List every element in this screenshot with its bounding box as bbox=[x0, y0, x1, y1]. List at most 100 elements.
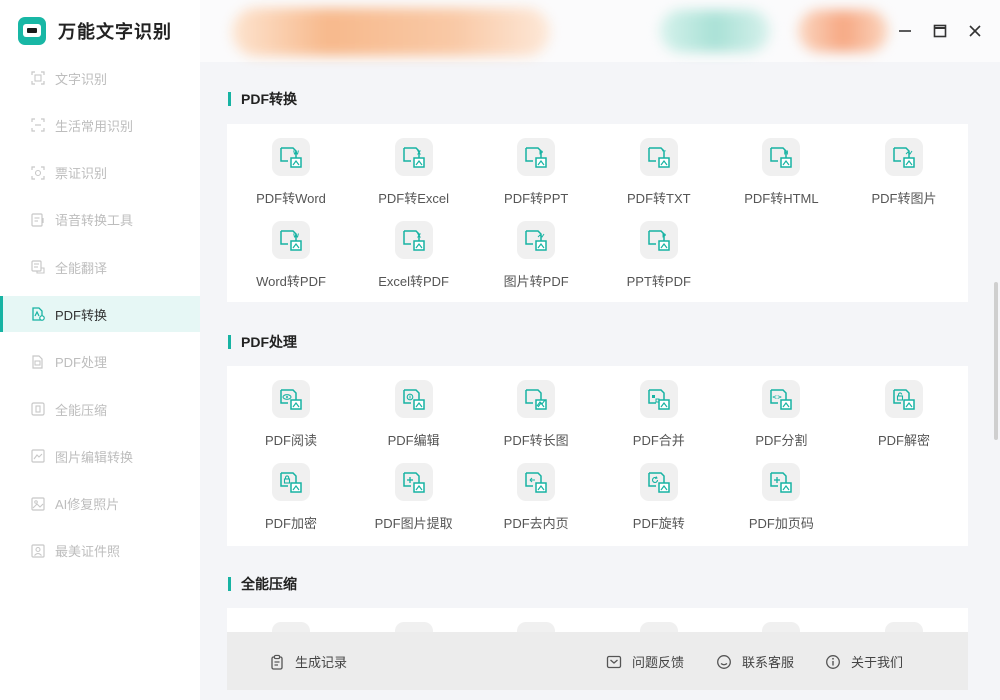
tool-pdf-process-9[interactable]: PDF旋转 bbox=[597, 463, 721, 532]
support-button[interactable]: 联系客服 bbox=[716, 652, 794, 671]
sidebar-item-scan-ticket[interactable]: 票证识别 bbox=[0, 155, 200, 191]
tool-pdf-convert-5[interactable]: PDF转图片 bbox=[842, 138, 966, 207]
sidebar-item-label: 图片编辑转换 bbox=[55, 449, 134, 465]
tool-pdf-convert-4[interactable]: H PDF转HTML bbox=[719, 138, 843, 207]
bottom-bar: 生成记录 问题反馈 联系客服 关于我们 bbox=[227, 632, 968, 690]
close-button[interactable] bbox=[964, 20, 986, 42]
tool-label: PDF转TXT bbox=[627, 191, 691, 206]
tool-pdf-process-0[interactable]: PDF阅读 bbox=[229, 380, 353, 449]
sidebar-item-scan-life[interactable]: 生活常用识别 bbox=[0, 107, 200, 143]
sidebar-item-label: 文字识别 bbox=[55, 71, 108, 87]
tool-compress-2[interactable] bbox=[474, 622, 598, 632]
clipboard-icon bbox=[271, 654, 283, 670]
svg-text:X: X bbox=[416, 234, 421, 240]
sidebar-item-translate[interactable]: 全能翻译 bbox=[0, 249, 200, 285]
tool-label: PDF编辑 bbox=[387, 433, 440, 448]
history-label: 生成记录 bbox=[295, 655, 348, 670]
ai-photo-icon bbox=[30, 496, 46, 512]
section-accent-bar bbox=[228, 577, 231, 591]
tool-pdf-convert-1[interactable]: X PDF转Excel bbox=[352, 138, 476, 207]
tool-pdf-process-7[interactable]: PDF图片提取 bbox=[352, 463, 476, 532]
sidebar-item-pdf-convert[interactable]: PDF转换 bbox=[0, 296, 200, 333]
maximize-button[interactable] bbox=[929, 20, 951, 42]
tool-compress-4[interactable] bbox=[719, 622, 843, 632]
about-label: 关于我们 bbox=[851, 655, 904, 670]
pdf-x-icon: X bbox=[394, 138, 433, 176]
pdf-lock-icon bbox=[272, 463, 310, 501]
pdf-remove-icon bbox=[517, 463, 556, 501]
tool-pdf-process-6[interactable]: PDF加密 bbox=[229, 463, 353, 532]
sidebar-item-label: PDF处理 bbox=[55, 355, 108, 371]
tool-pdf-process-8[interactable]: PDF去内页 bbox=[474, 463, 598, 532]
tool-pdf-process-10[interactable]: PDF加页码 bbox=[719, 463, 843, 532]
pdf-t-icon: T bbox=[639, 138, 678, 176]
sidebar-item-scan-text[interactable]: 文字识别 bbox=[0, 60, 200, 96]
banner-ad[interactable] bbox=[232, 8, 550, 56]
pdf-process-card: PDF阅读 PDF编辑 PDF转长图 PDF合并 <> PDF分割 PDF解密 bbox=[227, 366, 968, 546]
tool-label: PDF合并 bbox=[632, 433, 685, 448]
tool-pdf-convert-2[interactable]: P PDF转PPT bbox=[474, 138, 598, 207]
compress-tool-icon bbox=[394, 622, 433, 632]
sidebar-item-voice-convert[interactable]: 语音转换工具 bbox=[0, 202, 200, 238]
pdf-x-icon: X bbox=[394, 221, 433, 259]
banner-ad-tertiary[interactable] bbox=[798, 10, 888, 52]
image-edit-icon bbox=[30, 448, 46, 464]
pdf-w-icon: W bbox=[272, 221, 310, 259]
tool-pdf-convert-6[interactable]: W Word转PDF bbox=[229, 221, 353, 290]
tool-compress-1[interactable] bbox=[352, 622, 476, 632]
tool-pdf-convert-9[interactable]: P PPT转PDF bbox=[597, 221, 721, 290]
translate-icon bbox=[30, 259, 46, 275]
section-header-compress: 全能压缩 bbox=[228, 574, 297, 594]
tool-label: PDF转PPT bbox=[504, 191, 569, 206]
sidebar: 万能文字识别 文字识别生活常用识别票证识别语音转换工具 全能翻译 PDF转换 PDF处… bbox=[0, 0, 200, 700]
feedback-button[interactable]: 问题反馈 bbox=[606, 652, 684, 671]
history-button[interactable]: 生成记录 bbox=[269, 652, 347, 671]
info-icon bbox=[826, 654, 840, 669]
feedback-icon bbox=[606, 655, 622, 668]
sidebar-item-image-edit[interactable]: 图片编辑转换 bbox=[0, 438, 200, 474]
tool-pdf-convert-3[interactable]: T PDF转TXT bbox=[597, 138, 721, 207]
tool-pdf-process-4[interactable]: <> PDF分割 bbox=[719, 380, 843, 449]
tool-label: PDF旋转 bbox=[632, 516, 685, 531]
brand: 万能文字识别 bbox=[18, 17, 172, 45]
pdf-extract-icon bbox=[394, 463, 433, 501]
minimize-icon bbox=[899, 30, 911, 32]
tool-label: PDF转HTML bbox=[744, 191, 819, 206]
section-title: PDF转换 bbox=[241, 91, 297, 107]
headset-icon bbox=[717, 654, 731, 669]
tool-label: PDF加页码 bbox=[748, 516, 814, 531]
pdf-img-icon bbox=[885, 138, 923, 176]
about-button[interactable]: 关于我们 bbox=[825, 652, 903, 671]
tool-pdf-process-2[interactable]: PDF转长图 bbox=[474, 380, 598, 449]
scrollbar-thumb[interactable] bbox=[994, 282, 998, 440]
sidebar-nav: 文字识别生活常用识别票证识别语音转换工具 全能翻译 PDF转换 PDF处理全能压缩图片… bbox=[0, 60, 200, 580]
sidebar-item-compress[interactable]: 全能压缩 bbox=[0, 391, 200, 427]
tool-compress-0[interactable] bbox=[229, 622, 353, 632]
pdf-w-icon: W bbox=[272, 138, 310, 176]
compress-tool-icon bbox=[272, 622, 310, 632]
sidebar-item-pdf-process[interactable]: PDF处理 bbox=[0, 344, 200, 380]
pdf-p-icon: P bbox=[517, 138, 556, 176]
tool-compress-3[interactable] bbox=[597, 622, 721, 632]
app-title: 万能文字识别 bbox=[58, 22, 172, 42]
sidebar-item-label: 票证识别 bbox=[55, 166, 108, 182]
pdf-pagenum-icon bbox=[762, 463, 801, 501]
tool-label: Excel转PDF bbox=[378, 274, 449, 289]
tool-pdf-process-3[interactable]: PDF合并 bbox=[597, 380, 721, 449]
compress-tool-icon bbox=[639, 622, 678, 632]
tool-pdf-process-5[interactable]: PDF解密 bbox=[842, 380, 966, 449]
banner-ad-secondary[interactable] bbox=[660, 10, 770, 52]
tool-pdf-convert-8[interactable]: 图片转PDF bbox=[474, 221, 598, 290]
sidebar-item-label: AI修复照片 bbox=[55, 497, 120, 513]
sidebar-item-id-photo[interactable]: 最美证件照 bbox=[0, 533, 200, 569]
top-banner bbox=[200, 0, 1000, 62]
tool-pdf-convert-7[interactable]: X Excel转PDF bbox=[352, 221, 476, 290]
tool-label: PDF阅读 bbox=[264, 433, 317, 448]
pdf-merge-icon bbox=[639, 380, 678, 418]
tool-pdf-process-1[interactable]: PDF编辑 bbox=[352, 380, 476, 449]
minimize-button[interactable] bbox=[894, 20, 916, 42]
tool-compress-5[interactable] bbox=[842, 622, 966, 632]
tool-pdf-convert-0[interactable]: W PDF转Word bbox=[229, 138, 353, 207]
sidebar-item-ai-photo[interactable]: AI修复照片 bbox=[0, 486, 200, 522]
app-logo bbox=[18, 17, 46, 45]
